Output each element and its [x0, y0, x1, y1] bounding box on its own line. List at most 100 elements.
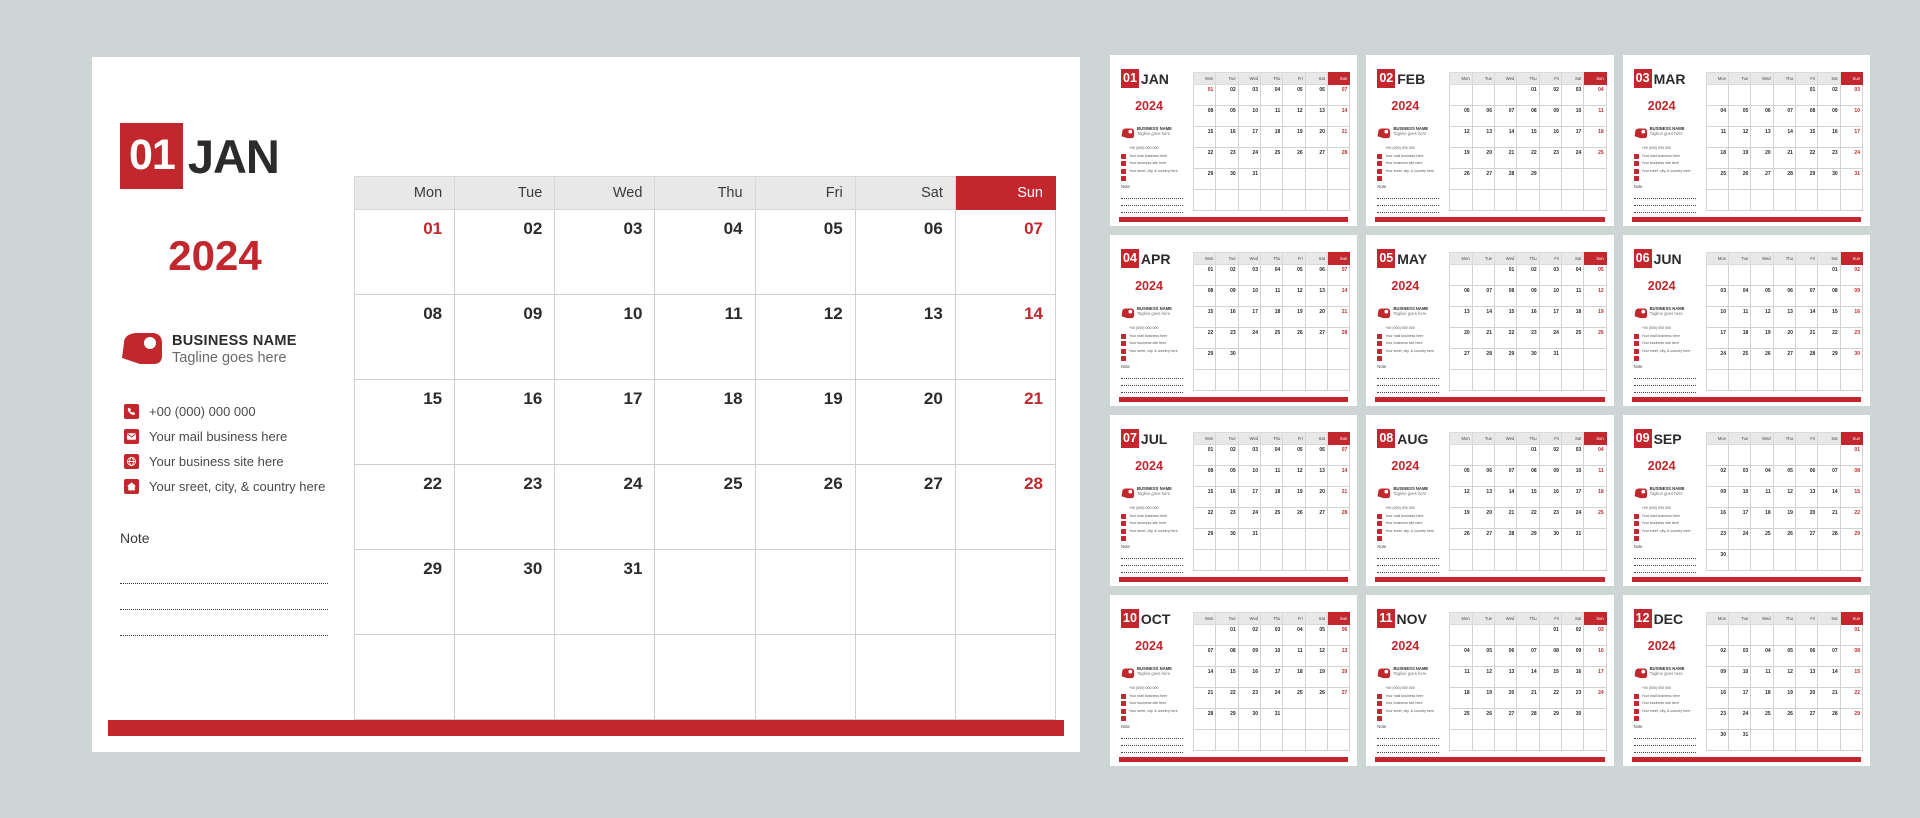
day-cell-empty[interactable]	[1727, 444, 1752, 466]
day-cell-09[interactable]: 09	[1538, 465, 1562, 487]
day-cell-23[interactable]: 23	[1705, 528, 1729, 550]
month-thumbnail-feb[interactable]: 02 FEB 2024 BUSINESS NAME Tagline goes here +…	[1366, 55, 1614, 226]
day-cell-empty[interactable]	[1794, 189, 1819, 211]
note-lines[interactable]	[1633, 372, 1696, 393]
day-cell-23[interactable]: 23	[1215, 507, 1239, 529]
day-cell-13[interactable]: 13	[1794, 486, 1819, 508]
day-cell-22[interactable]: 22	[1493, 327, 1518, 349]
day-cell-03[interactable]: 03	[1237, 84, 1261, 106]
note-lines[interactable]	[1121, 372, 1183, 393]
day-cell-empty[interactable]	[1304, 348, 1328, 370]
day-cell-13[interactable]: 13	[1794, 666, 1819, 688]
day-cell-06[interactable]: 06	[1326, 624, 1351, 646]
day-cell-22[interactable]: 22	[1839, 507, 1863, 529]
day-cell-empty[interactable]	[1772, 549, 1796, 571]
day-cell-06[interactable]: 06	[1794, 465, 1819, 487]
day-cell-17[interactable]: 17	[1237, 306, 1261, 328]
day-cell-25[interactable]: 25	[1282, 687, 1306, 709]
day-cell-10[interactable]: 10	[1237, 105, 1261, 127]
day-cell-empty[interactable]	[1750, 549, 1774, 571]
day-cell-empty[interactable]	[1538, 729, 1562, 751]
day-cell-empty[interactable]	[1794, 369, 1819, 391]
day-cell-08[interactable]: 08	[1839, 645, 1863, 667]
day-cell-27[interactable]: 27	[1304, 147, 1328, 169]
day-cell-03[interactable]: 03	[1237, 264, 1261, 286]
day-cell-15[interactable]: 15	[1516, 486, 1540, 508]
day-cell-24[interactable]: 24	[554, 464, 656, 550]
day-cell-empty[interactable]	[1304, 549, 1328, 571]
day-cell-28[interactable]: 28	[1493, 528, 1518, 550]
day-cell-empty[interactable]	[1750, 369, 1774, 391]
day-cell-28[interactable]: 28	[1817, 528, 1841, 550]
day-cell-empty[interactable]	[1817, 189, 1841, 211]
note-line[interactable]	[1121, 379, 1183, 386]
note-lines[interactable]	[1633, 732, 1696, 753]
day-cell-empty[interactable]	[1583, 168, 1607, 190]
day-cell-empty[interactable]	[353, 634, 456, 720]
day-cell-29[interactable]: 29	[1538, 708, 1562, 730]
day-cell-13[interactable]: 13	[854, 294, 956, 380]
day-cell-11[interactable]: 11	[1259, 105, 1284, 127]
day-cell-empty[interactable]	[1471, 369, 1495, 391]
day-cell-09[interactable]: 09	[1839, 285, 1863, 307]
day-cell-01[interactable]: 01	[1192, 264, 1217, 286]
note-line[interactable]	[1121, 552, 1183, 559]
day-cell-04[interactable]: 04	[1705, 105, 1729, 127]
day-cell-29[interactable]: 29	[1817, 348, 1841, 370]
day-cell-empty[interactable]	[1772, 444, 1796, 466]
day-cell-13[interactable]: 13	[1772, 306, 1796, 328]
day-cell-21[interactable]: 21	[1493, 147, 1518, 169]
day-cell-04[interactable]: 04	[1727, 285, 1752, 307]
day-cell-03[interactable]: 03	[1583, 624, 1607, 646]
day-cell-08[interactable]: 08	[353, 294, 456, 380]
day-cell-16[interactable]: 16	[1516, 306, 1540, 328]
day-cell-01[interactable]: 01	[1538, 624, 1562, 646]
day-cell-23[interactable]: 23	[1215, 147, 1239, 169]
month-thumbnail-apr[interactable]: 04 APR 2024 BUSINESS NAME Tagline goes here +…	[1110, 235, 1358, 406]
day-cell-20[interactable]: 20	[1471, 507, 1495, 529]
note-lines[interactable]	[120, 558, 328, 636]
day-cell-17[interactable]: 17	[1705, 327, 1729, 349]
day-cell-23[interactable]: 23	[1705, 708, 1729, 730]
day-cell-20[interactable]: 20	[1449, 327, 1473, 349]
day-cell-10[interactable]: 10	[1839, 105, 1863, 127]
day-cell-05[interactable]: 05	[1449, 105, 1473, 127]
day-cell-29[interactable]: 29	[353, 549, 456, 635]
day-cell-24[interactable]: 24	[1538, 327, 1562, 349]
day-cell-21[interactable]: 21	[954, 379, 1057, 465]
day-cell-03[interactable]: 03	[1839, 84, 1863, 106]
day-cell-21[interactable]: 21	[1326, 486, 1351, 508]
day-cell-empty[interactable]	[1727, 624, 1752, 646]
day-cell-30[interactable]: 30	[454, 549, 556, 635]
day-cell-11[interactable]: 11	[1583, 465, 1607, 487]
day-cell-31[interactable]: 31	[1237, 528, 1261, 550]
day-cell-16[interactable]: 16	[1538, 486, 1562, 508]
day-cell-10[interactable]: 10	[1259, 645, 1284, 667]
day-cell-30[interactable]: 30	[1705, 549, 1729, 571]
note-line[interactable]	[1121, 199, 1183, 206]
day-cell-06[interactable]: 06	[1471, 105, 1495, 127]
day-cell-03[interactable]: 03	[1259, 624, 1284, 646]
day-cell-29[interactable]: 29	[1839, 708, 1863, 730]
day-cell-empty[interactable]	[1259, 729, 1284, 751]
day-cell-empty[interactable]	[1449, 444, 1473, 466]
note-lines[interactable]	[1633, 552, 1696, 573]
day-cell-empty[interactable]	[1304, 369, 1328, 391]
day-cell-empty[interactable]	[1192, 369, 1217, 391]
day-cell-13[interactable]: 13	[1493, 666, 1518, 688]
day-cell-21[interactable]: 21	[1493, 507, 1518, 529]
day-cell-10[interactable]: 10	[1583, 645, 1607, 667]
day-cell-empty[interactable]	[1705, 369, 1729, 391]
day-cell-empty[interactable]	[1583, 369, 1607, 391]
day-cell-empty[interactable]	[1560, 168, 1585, 190]
day-cell-22[interactable]: 22	[1794, 147, 1819, 169]
day-cell-12[interactable]: 12	[1449, 126, 1473, 148]
day-cell-30[interactable]: 30	[1215, 528, 1239, 550]
day-cell-13[interactable]: 13	[1750, 126, 1774, 148]
day-cell-empty[interactable]	[1471, 84, 1495, 106]
day-cell-28[interactable]: 28	[1326, 327, 1351, 349]
day-cell-empty[interactable]	[1750, 84, 1774, 106]
day-cell-empty[interactable]	[1772, 729, 1796, 751]
day-cell-13[interactable]: 13	[1304, 285, 1328, 307]
day-cell-26[interactable]: 26	[1304, 687, 1328, 709]
